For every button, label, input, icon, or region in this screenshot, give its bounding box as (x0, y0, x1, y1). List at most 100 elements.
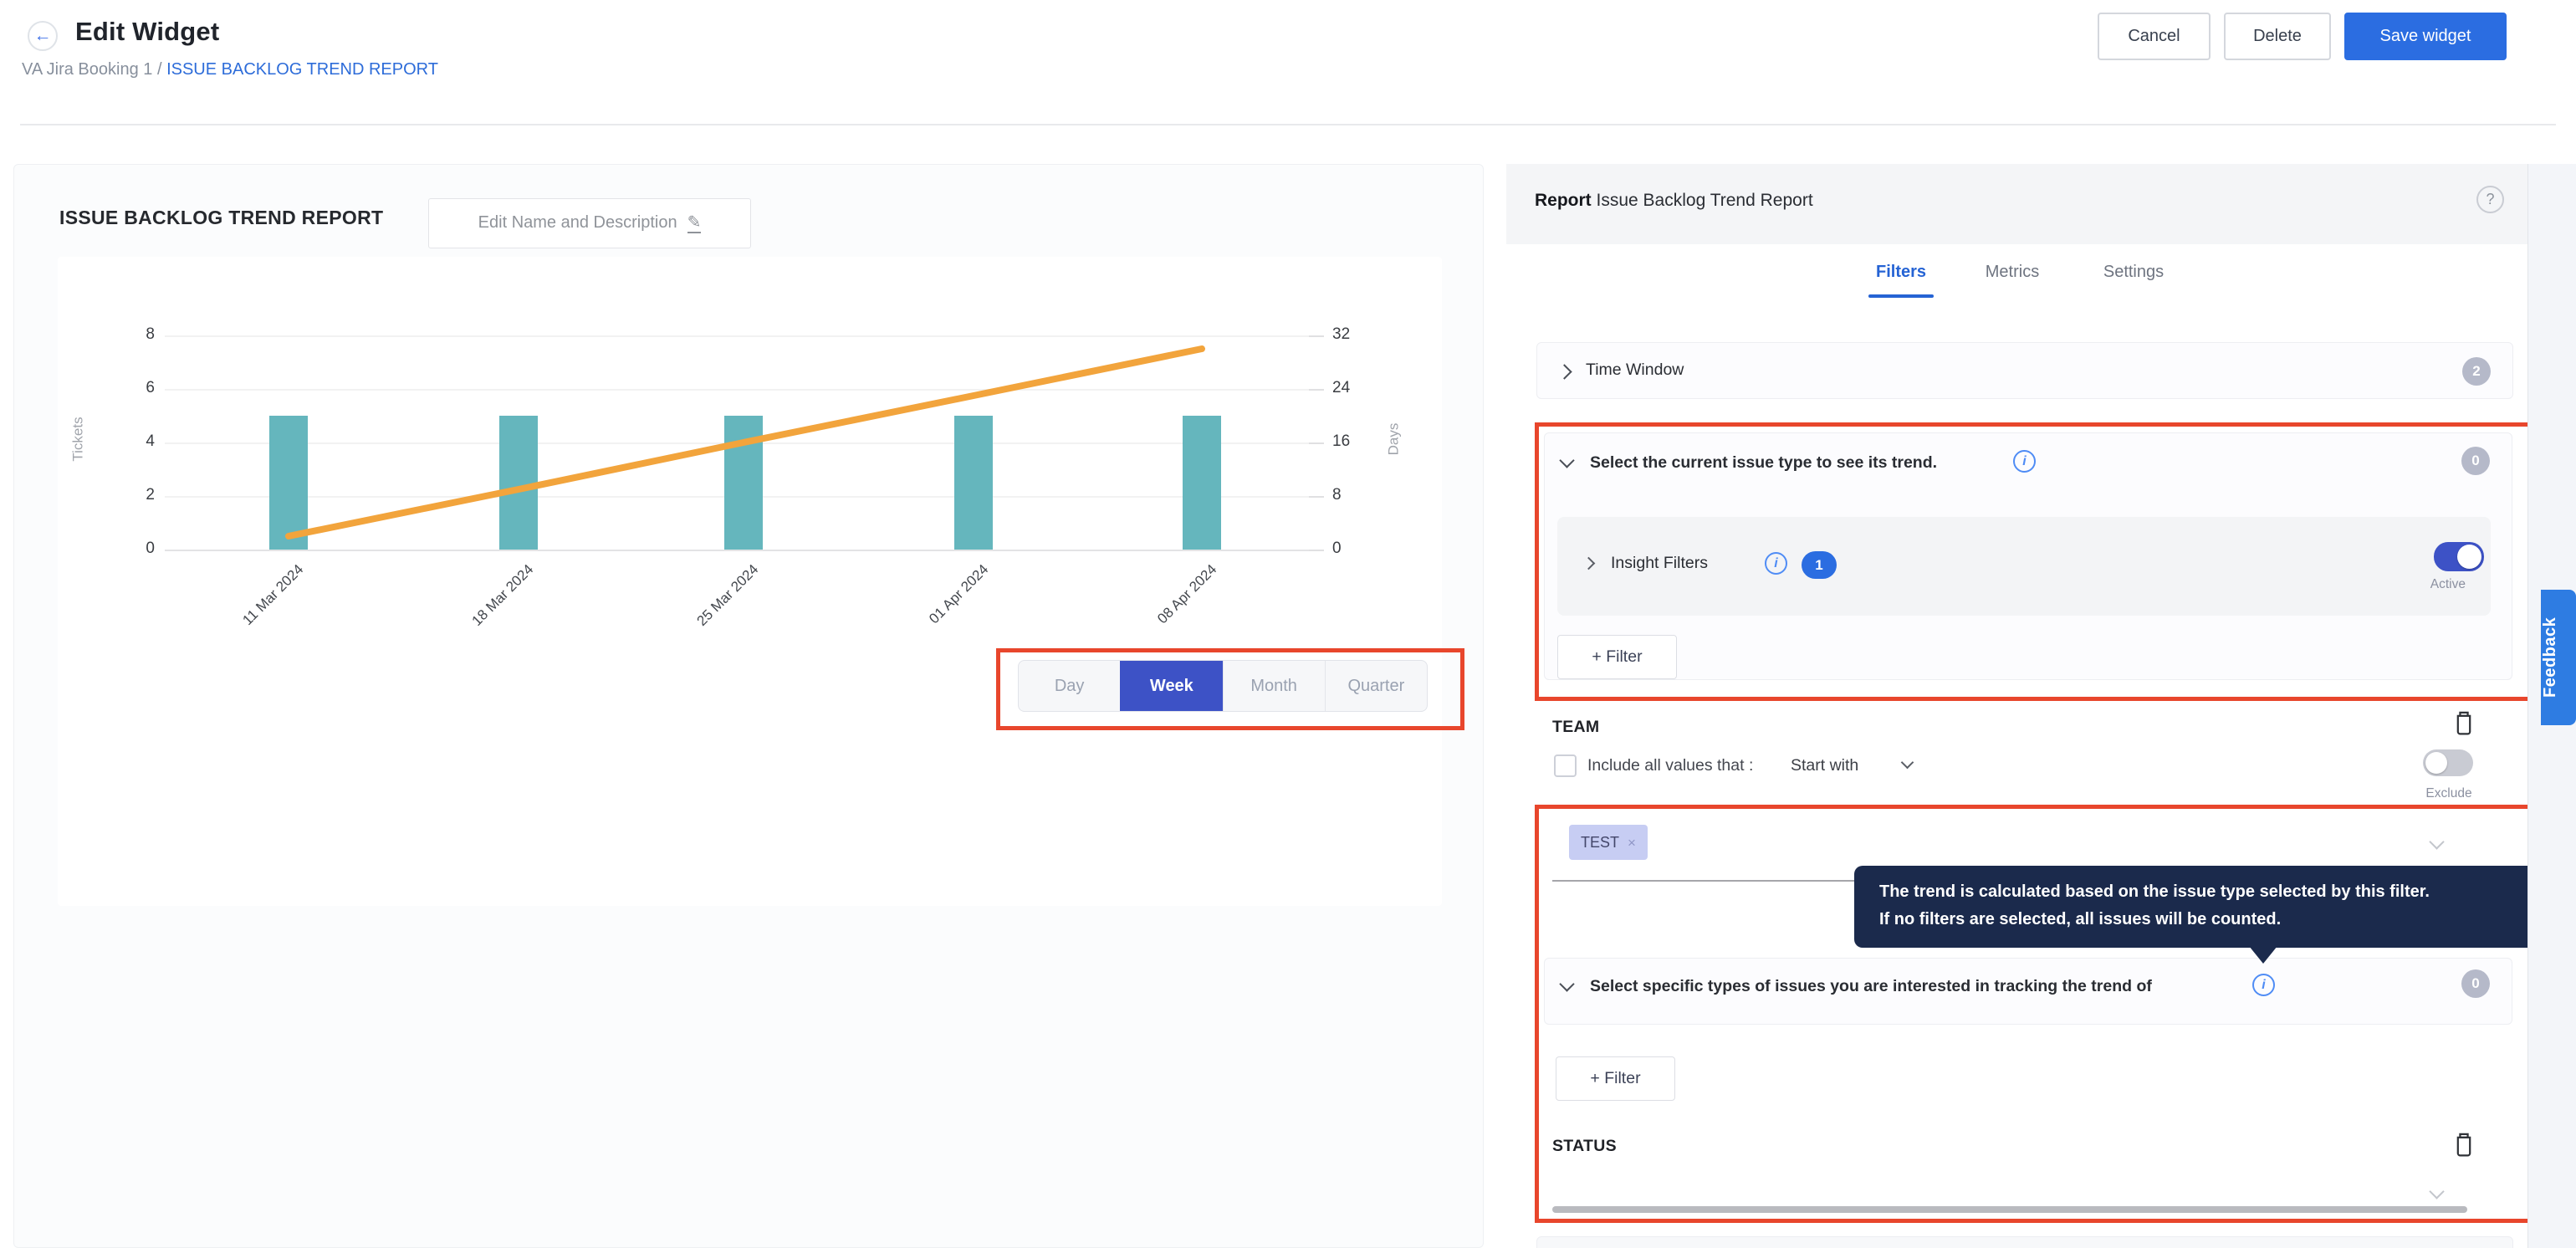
right-axis-tick: 16 (1332, 432, 1376, 451)
next-section-card[interactable] (1536, 1236, 2513, 1248)
exclude-toggle[interactable] (2423, 749, 2473, 776)
widget-preview-card: ISSUE BACKLOG TREND REPORT Edit Name and… (13, 164, 1484, 1248)
right-axis-tickmark (1309, 389, 1324, 391)
specific-types-section: Select specific types of issues you are … (1544, 958, 2512, 1025)
help-icon[interactable]: ? (2476, 186, 2504, 213)
status-filter-label: STATUS (1552, 1137, 1617, 1156)
issue-type-section-label: Select the current issue type to see its… (1590, 453, 1937, 473)
right-axis-tickmark (1309, 496, 1324, 498)
gridline (165, 335, 1312, 337)
team-value-chip[interactable]: TEST× (1569, 825, 1648, 860)
feedback-tab[interactable]: Feedback (2541, 590, 2576, 725)
right-axis-tick: 0 (1332, 540, 1376, 558)
chip-remove-icon[interactable]: × (1628, 835, 1636, 851)
breadcrumb-separator: / (152, 60, 166, 79)
info-icon[interactable]: i (1765, 552, 1787, 575)
include-all-values-label: Include all values that : (1587, 756, 1753, 775)
team-filter-label: TEAM (1552, 718, 1599, 737)
x-axis-date-label: 08 Apr 2024 (1114, 561, 1220, 667)
x-axis-date-label: 01 Apr 2024 (886, 561, 992, 667)
tab-metrics[interactable]: Metrics (1965, 263, 2060, 282)
operator-dropdown-value[interactable]: Start with (1791, 756, 1858, 775)
left-axis-tick: 6 (115, 379, 155, 397)
chevron-down-icon[interactable] (1559, 976, 1574, 991)
panel-header-title: Report Issue Backlog Trend Report (1535, 191, 1813, 211)
tab-filters[interactable]: Filters (1858, 263, 1945, 282)
gridline (165, 389, 1312, 391)
left-axis-tick: 4 (115, 432, 155, 451)
breadcrumb: VA Jira Booking 1 / ISSUE BACKLOG TREND … (22, 60, 438, 79)
panel-header-band: Report Issue Backlog Trend Report ? (1506, 164, 2527, 244)
trash-icon[interactable] (2451, 708, 2476, 736)
bar-tickets (269, 416, 308, 550)
breadcrumb-parent[interactable]: VA Jira Booking 1 (22, 60, 152, 79)
granularity-week[interactable]: Week (1120, 661, 1222, 711)
issue-type-count-badge: 0 (2461, 447, 2490, 475)
delete-button[interactable]: Delete (2224, 13, 2331, 60)
info-icon[interactable]: i (2252, 974, 2275, 996)
add-filter-button[interactable]: + Filter (1557, 635, 1677, 679)
x-axis-date-label: 25 Mar 2024 (656, 561, 762, 667)
bar-tickets (1183, 416, 1221, 550)
include-all-values-checkbox[interactable] (1554, 754, 1577, 777)
issue-type-section: Select the current issue type to see its… (1544, 432, 2512, 680)
select-chevron-down-icon[interactable] (2429, 834, 2444, 849)
active-toggle-label: Active (2430, 577, 2466, 592)
tooltip-caret (2249, 946, 2277, 964)
chevron-right-icon[interactable] (1556, 364, 1572, 379)
gridline (165, 550, 1312, 551)
granularity-toggle: Day Week Month Quarter (1018, 660, 1428, 712)
left-axis-tick: 2 (115, 486, 155, 504)
right-axis-label: Days (1385, 423, 1402, 456)
bar-tickets (499, 416, 538, 550)
granularity-month[interactable]: Month (1223, 661, 1325, 711)
right-axis-tick: 24 (1332, 379, 1376, 397)
left-axis-label: Tickets (70, 417, 87, 461)
report-settings-panel: Report Issue Backlog Trend Report ? Filt… (1506, 164, 2527, 1248)
trash-icon[interactable] (2451, 1129, 2476, 1158)
granularity-day[interactable]: Day (1019, 661, 1120, 711)
insight-filters-label: Insight Filters (1611, 554, 1708, 573)
chevron-right-icon[interactable] (1582, 557, 1596, 570)
insight-filters-count-badge: 1 (1802, 551, 1837, 579)
right-axis-tickmark (1309, 335, 1324, 337)
header-divider (20, 124, 2556, 125)
left-axis-tick: 8 (115, 325, 155, 344)
chevron-down-icon[interactable] (1559, 453, 1574, 468)
tooltip-line-1: The trend is calculated based on the iss… (1879, 878, 2527, 906)
chevron-down-icon[interactable] (1901, 756, 1914, 770)
right-axis-tick: 8 (1332, 486, 1376, 504)
select-chevron-down-icon[interactable] (2429, 1184, 2444, 1199)
info-icon[interactable]: i (2013, 450, 2036, 473)
back-arrow-icon: ← (34, 26, 52, 45)
toggle-knob (2457, 545, 2481, 569)
add-filter-button[interactable]: + Filter (1556, 1056, 1675, 1101)
x-axis-date-label: 11 Mar 2024 (201, 561, 307, 667)
time-window-label: Time Window (1586, 361, 1684, 380)
x-axis-date-label: 18 Mar 2024 (431, 561, 537, 667)
bar-tickets (724, 416, 763, 550)
toggle-knob (2425, 752, 2447, 774)
left-axis-tick: 0 (115, 540, 155, 558)
tab-settings[interactable]: Settings (2087, 263, 2180, 282)
specific-types-section-label: Select specific types of issues you are … (1590, 977, 2152, 996)
specific-types-count-badge: 0 (2461, 969, 2490, 998)
right-axis-tickmark (1309, 442, 1324, 444)
page-title: Edit Widget (75, 17, 219, 47)
top-header: ← Edit Widget VA Jira Booking 1 / ISSUE … (0, 0, 2576, 124)
save-widget-button[interactable]: Save widget (2344, 13, 2507, 60)
right-axis-tickmark (1309, 550, 1324, 551)
cancel-button[interactable]: Cancel (2098, 13, 2211, 60)
tooltip-line-2: If no filters are selected, all issues w… (1879, 906, 2527, 933)
time-window-count-badge: 2 (2462, 357, 2491, 386)
bar-tickets (954, 416, 993, 550)
time-window-section[interactable]: Time Window 2 (1536, 342, 2513, 399)
breadcrumb-current[interactable]: ISSUE BACKLOG TREND REPORT (166, 60, 438, 79)
insight-filters-active-toggle[interactable] (2434, 542, 2484, 571)
trend-filter-tooltip: The trend is calculated based on the iss… (1854, 866, 2527, 948)
status-select-underline[interactable] (1552, 1206, 2467, 1213)
granularity-quarter[interactable]: Quarter (1325, 661, 1427, 711)
trend-chart: 0246808162432TicketsDays11 Mar 202418 Ma… (14, 165, 1485, 918)
back-button[interactable]: ← (28, 21, 58, 51)
active-tab-underline (1868, 294, 1934, 298)
